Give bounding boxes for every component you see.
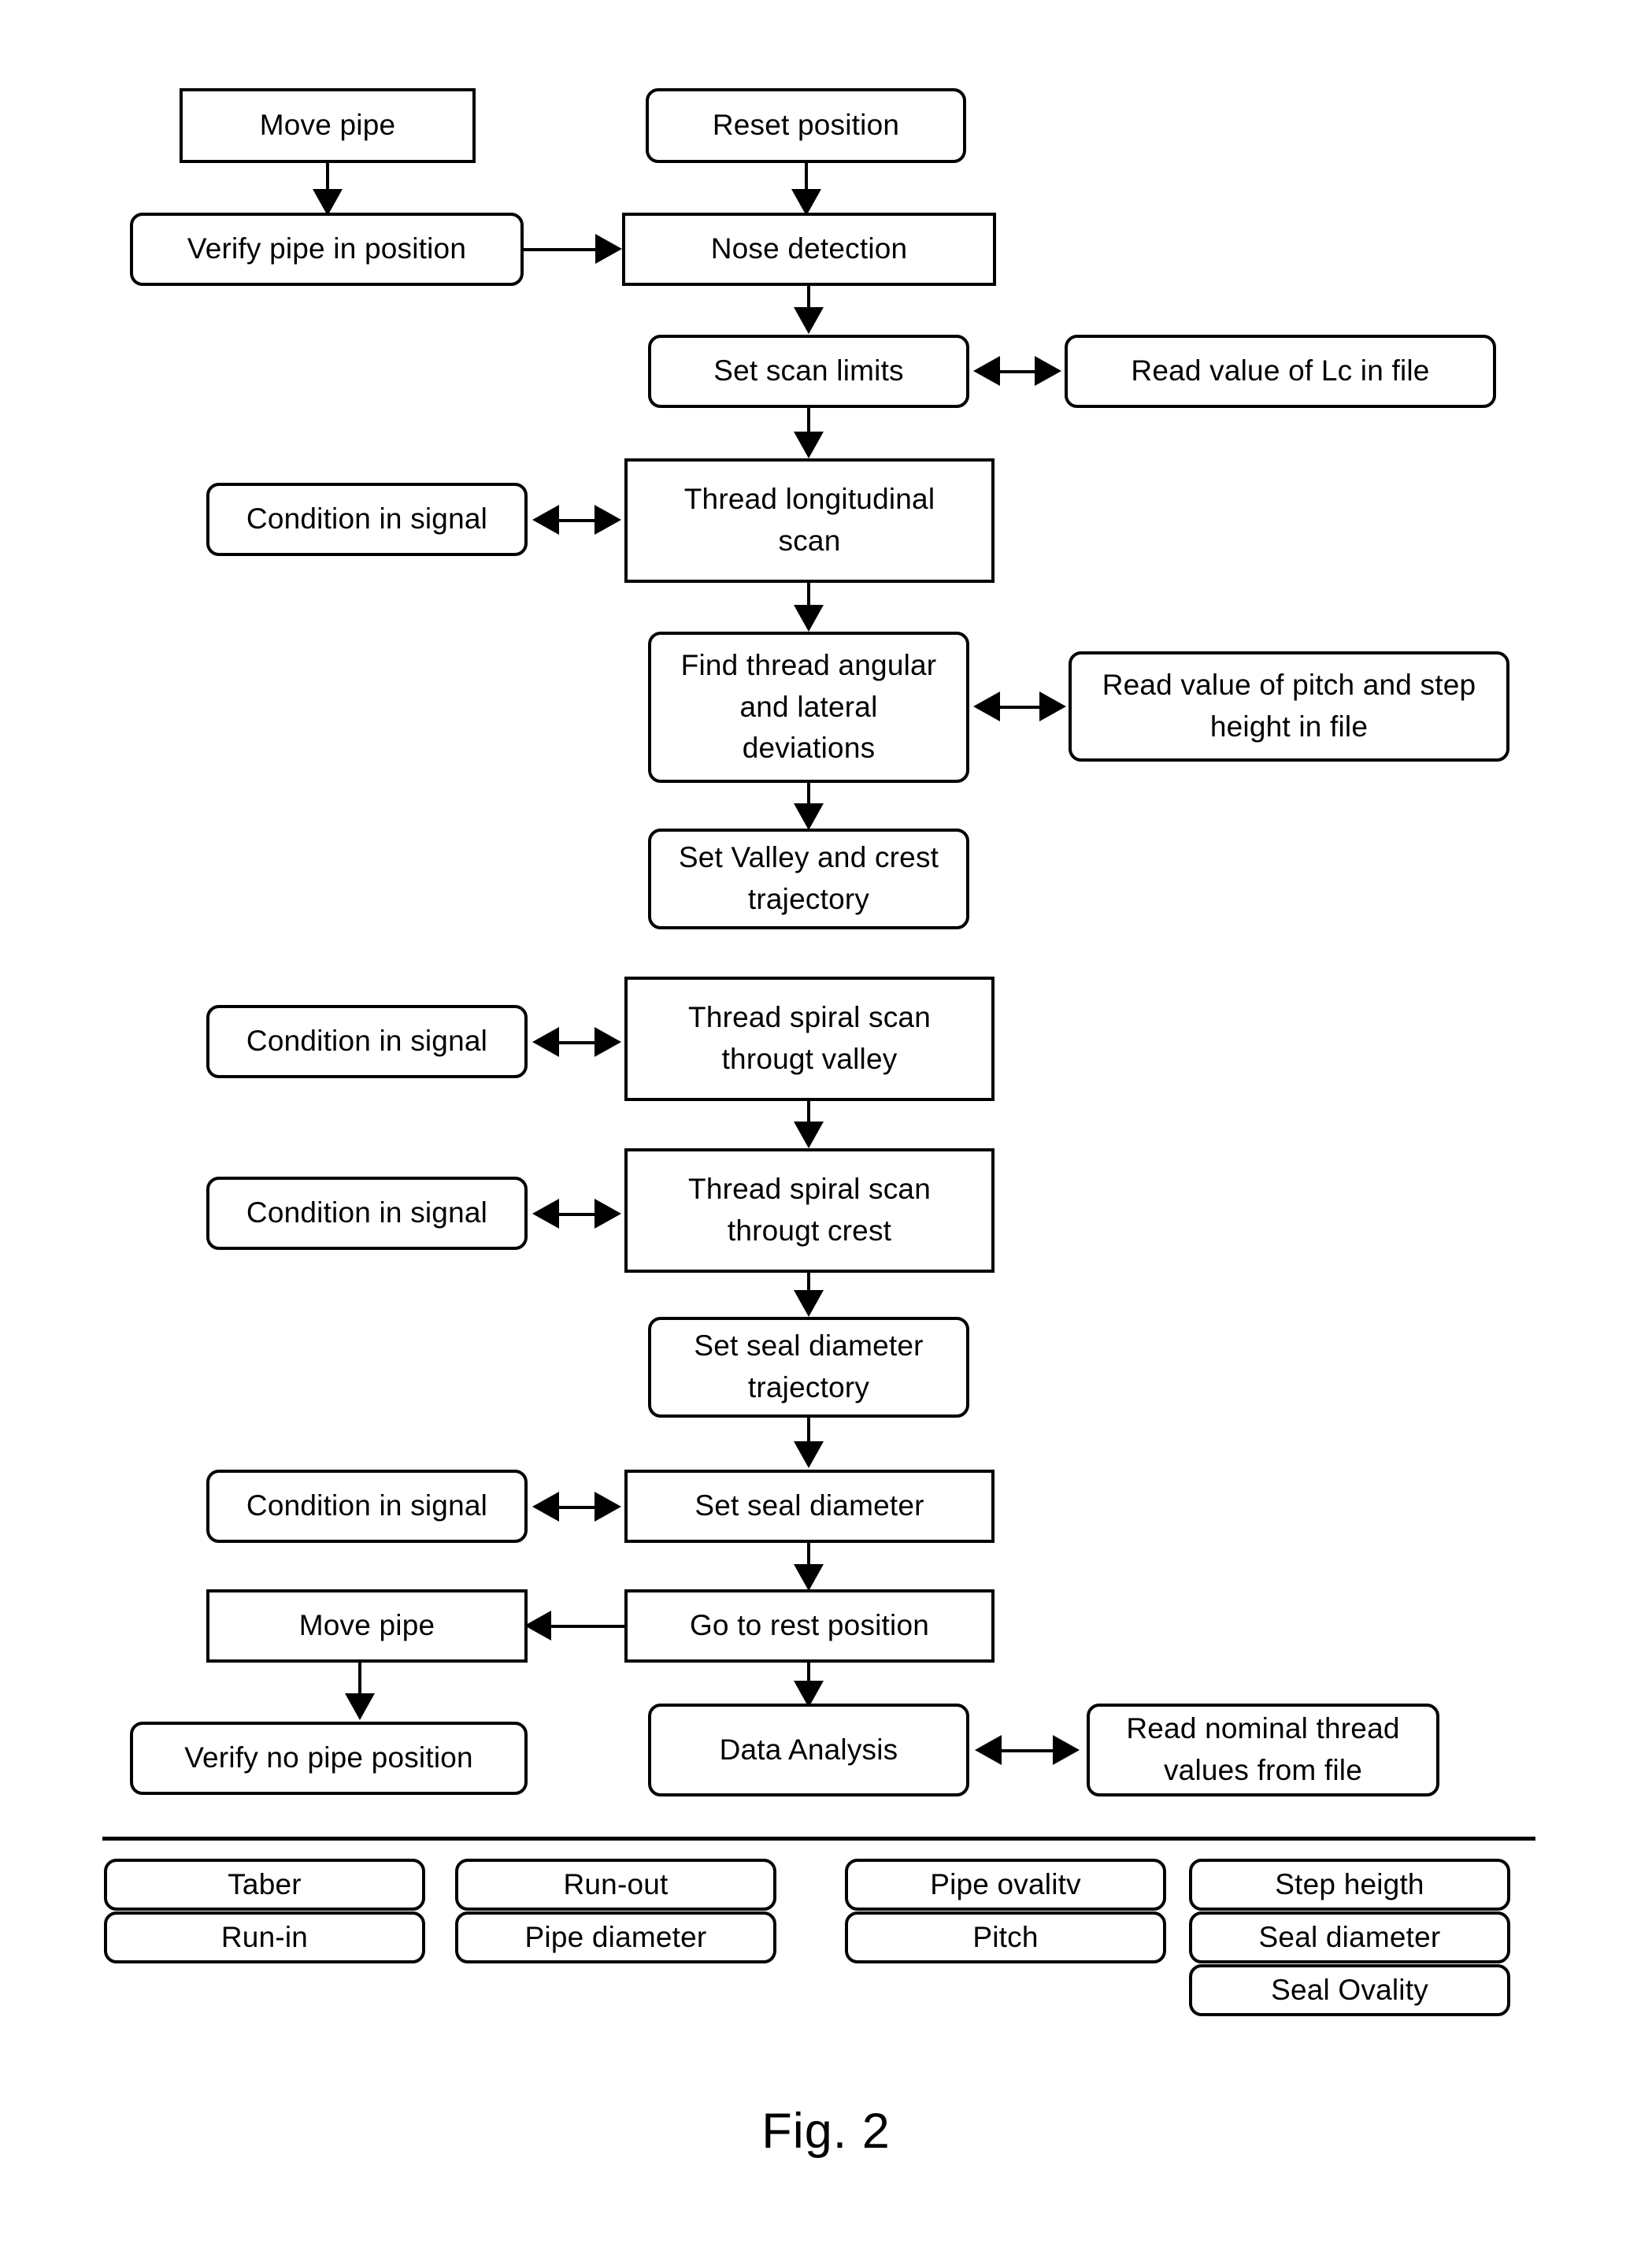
arrowhead-move-pipe-to-verify [313,189,343,216]
arrowhead-find-dev-left [973,691,1000,721]
output-box-seal-ovality[interactable]: Seal Ovality [1189,1964,1510,2016]
connector-nose-to-scan-limits [807,286,810,308]
node-set-seal-diameter-trajectory[interactable]: Set seal diameter trajectory [648,1317,969,1418]
arrowhead-long-scan-to-find-dev [794,605,824,632]
arrowhead-seal-diam-to-rest [794,1564,824,1591]
output-box-step-height[interactable]: Step heigth [1189,1859,1510,1911]
arrowhead-cond1-left [532,505,559,535]
arrowhead-spiral-crest-to-seal-traj [794,1290,824,1317]
node-reset-position[interactable]: Reset position [646,88,966,163]
output-box-run-in[interactable]: Run-in [104,1911,425,1963]
output-box-run-out[interactable]: Run-out [455,1859,776,1911]
node-thread-spiral-scan-valley[interactable]: Thread spiral scan througt valley [624,977,995,1101]
arrowhead-data-analysis-left [975,1735,1002,1765]
node-go-to-rest-position[interactable]: Go to rest position [624,1589,995,1663]
arrowhead-scan-limits-right [1035,356,1061,386]
node-set-seal-diameter[interactable]: Set seal diameter [624,1470,995,1543]
connector-verify-to-nose [524,248,598,251]
arrowhead-verify-to-nose [595,234,622,264]
connector-spiral-valley-to-crest [807,1101,810,1123]
arrowhead-cond2-left [532,1027,559,1057]
arrowhead-seal-traj-to-seal-diam [794,1441,824,1468]
node-thread-spiral-scan-crest[interactable]: Thread spiral scan througt crest [624,1148,995,1273]
arrowhead-cond1-right [594,505,621,535]
arrowhead-spiral-valley-to-crest [794,1122,824,1148]
arrowhead-cond3-left [532,1199,559,1229]
node-nose-detection[interactable]: Nose detection [622,213,996,286]
node-condition-in-signal-2[interactable]: Condition in signal [206,1005,528,1078]
figure-canvas: Move pipe Reset position Verify pipe in … [0,0,1652,2258]
arrowhead-move-pipe-to-verify-no-pipe [345,1693,375,1720]
arrowhead-scan-limits-to-long-scan [794,432,824,458]
connector-long-scan-to-find-dev [807,583,810,606]
arrowhead-cond3-right [594,1199,621,1229]
node-read-nominal-thread-values[interactable]: Read nominal thread values from file [1087,1704,1439,1796]
node-verify-no-pipe-position[interactable]: Verify no pipe position [130,1722,528,1795]
node-set-valley-crest-trajectory[interactable]: Set Valley and crest trajectory [648,829,969,929]
figure-caption: Fig. 2 [761,2104,891,2159]
connector-seal-traj-to-seal-diam [807,1418,810,1443]
arrowhead-cond4-left [532,1492,559,1522]
node-condition-in-signal-4[interactable]: Condition in signal [206,1470,528,1543]
outputs-divider [102,1837,1535,1841]
arrowhead-rest-to-move-pipe [524,1611,551,1641]
node-thread-longitudinal-scan[interactable]: Thread longitudinal scan [624,458,995,583]
output-box-seal-diameter[interactable]: Seal diameter [1189,1911,1510,1963]
connector-rest-to-move-pipe [551,1625,626,1628]
node-condition-in-signal-3[interactable]: Condition in signal [206,1177,528,1250]
arrowhead-cond4-right [594,1492,621,1522]
output-box-pipe-ovality[interactable]: Pipe ovalitv [845,1859,1166,1911]
arrowhead-find-dev-right [1039,691,1066,721]
connector-spiral-crest-to-seal-traj [807,1273,810,1292]
node-read-value-lc[interactable]: Read value of Lc in file [1065,335,1496,408]
arrowhead-cond2-right [594,1027,621,1057]
output-box-pitch[interactable]: Pitch [845,1911,1166,1963]
connector-find-dev-to-valley-crest [807,783,810,805]
connector-seal-diam-to-rest [807,1543,810,1567]
node-move-pipe-top[interactable]: Move pipe [180,88,476,163]
output-box-pipe-diameter[interactable]: Pipe diameter [455,1911,776,1963]
arrowhead-scan-limits-left [973,356,1000,386]
arrowhead-reset-to-nose [791,189,821,216]
node-move-pipe-bottom[interactable]: Move pipe [206,1589,528,1663]
node-set-scan-limits[interactable]: Set scan limits [648,335,969,408]
node-find-thread-deviations[interactable]: Find thread angular and lateral deviatio… [648,632,969,783]
node-verify-pipe-in-position[interactable]: Verify pipe in position [130,213,524,286]
node-condition-in-signal-1[interactable]: Condition in signal [206,483,528,556]
arrowhead-nose-to-scan-limits [794,307,824,334]
arrowhead-find-dev-to-valley-crest [794,803,824,830]
node-read-pitch-step-height[interactable]: Read value of pitch and step height in f… [1069,651,1509,762]
node-data-analysis[interactable]: Data Analysis [648,1704,969,1796]
connector-scan-limits-to-long-scan [807,408,810,433]
arrowhead-data-analysis-right [1053,1735,1080,1765]
output-box-taber[interactable]: Taber [104,1859,425,1911]
